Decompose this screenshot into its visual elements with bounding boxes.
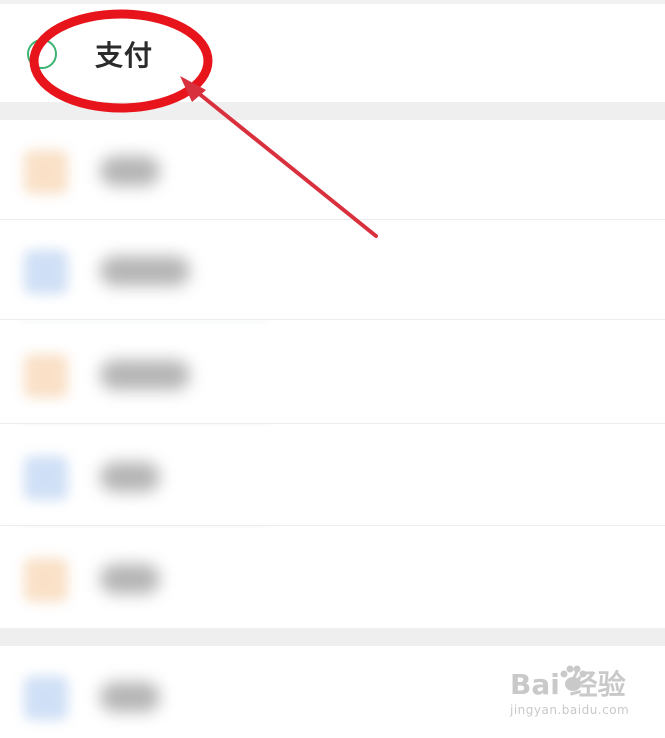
- section-gap: [0, 102, 665, 120]
- blurred-app-icon: [24, 354, 68, 398]
- list-item[interactable]: [0, 120, 665, 220]
- blurred-app-icon: [24, 150, 68, 194]
- watermark-url: jingyan.baidu.com: [510, 703, 630, 717]
- list-item[interactable]: [0, 528, 665, 628]
- paw-icon: [560, 665, 587, 691]
- blurred-label: [100, 256, 190, 286]
- list-item[interactable]: [0, 426, 665, 526]
- blurred-app-icon: [24, 558, 68, 602]
- blurred-label: [100, 462, 160, 492]
- blurred-label: [100, 360, 190, 390]
- baidu-jingyan-watermark: Bai 经验 jingyan.baidu.com: [510, 665, 650, 728]
- blurred-label: [100, 682, 160, 712]
- list-item[interactable]: [0, 220, 665, 320]
- blurred-app-icon: [24, 456, 68, 500]
- divider: [0, 319, 665, 320]
- pay-label: 支付: [95, 39, 154, 72]
- pay-entry-row[interactable]: 支付: [0, 4, 665, 102]
- section-gap: [0, 628, 665, 646]
- list-item[interactable]: [0, 324, 665, 424]
- divider: [0, 423, 665, 424]
- blurred-label: [100, 156, 160, 186]
- blurred-app-icon: [24, 676, 68, 720]
- blurred-label: [100, 564, 160, 594]
- circle-check-icon: [27, 39, 57, 69]
- blurred-app-icon: [24, 250, 68, 294]
- divider: [0, 525, 665, 526]
